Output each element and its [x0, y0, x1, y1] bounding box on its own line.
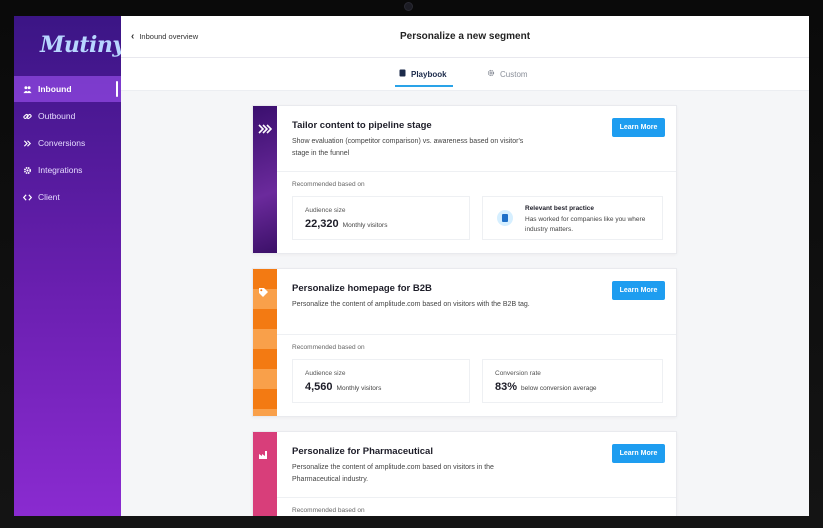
learn-more-button[interactable]: Learn More [612, 118, 665, 137]
metric-unit: Monthly visitors [342, 222, 388, 229]
gear-icon [487, 69, 495, 79]
best-practice-icon [497, 210, 513, 226]
sidebar-item-conversions[interactable]: Conversions [14, 130, 121, 156]
divider [277, 334, 676, 335]
best-practice-title: Relevant best practice [525, 205, 595, 212]
app-logo[interactable]: Mutiny [40, 32, 125, 58]
card-title: Personalize for Pharmaceutical [292, 446, 433, 457]
divider [277, 171, 676, 172]
divider [277, 497, 676, 498]
playbook-icon [399, 69, 406, 79]
metric-label: Audience size [305, 370, 346, 377]
sidebar-item-integrations[interactable]: Integrations [14, 157, 121, 183]
metric-value: 83% below conversion average [495, 381, 597, 393]
card-description: Personalize the content of amplitude.com… [292, 464, 494, 483]
best-practice-metric: Relevant best practice Has worked for co… [482, 196, 663, 240]
playbook-card: Personalize homepage for B2B Personalize… [252, 268, 677, 417]
tab-bar: Playbook Custom [121, 58, 809, 91]
tab-label: Playbook [411, 69, 447, 79]
page-title: Personalize a new segment [399, 31, 531, 42]
sidebar: Mutiny Inbound Outbound Conversions Inte… [14, 16, 125, 516]
people-icon [23, 85, 32, 94]
card-title: Personalize homepage for B2B [292, 283, 432, 294]
sidebar-nav: Inbound Outbound Conversions Integration… [14, 76, 121, 211]
factory-icon [258, 450, 269, 463]
conversion-rate-metric: Conversion rate 83% below conversion ave… [482, 359, 663, 403]
metric-label: Conversion rate [495, 370, 541, 377]
sidebar-item-label: Client [38, 192, 60, 202]
metric-value: 4,560 Monthly visitors [305, 381, 381, 393]
tab-playbook[interactable]: Playbook [395, 69, 453, 87]
recommended-label: Recommended based on [292, 507, 365, 514]
camera [404, 2, 413, 11]
card-stripe [253, 269, 277, 416]
sidebar-item-outbound[interactable]: Outbound [14, 103, 121, 129]
playbook-card: Tailor content to pipeline stage Show ev… [252, 105, 677, 254]
device-frame: Mutiny Inbound Outbound Conversions Inte… [0, 0, 823, 528]
metric-unit: below conversion average [521, 385, 597, 392]
audience-size-metric: Audience size 22,320 Monthly visitors [292, 196, 470, 240]
code-icon [23, 193, 32, 202]
sidebar-item-label: Outbound [38, 111, 76, 121]
metric-number: 83% [495, 381, 518, 393]
card-title: Tailor content to pipeline stage [292, 120, 432, 131]
gear-icon [23, 166, 32, 175]
card-description: Personalize the content of amplitude.com… [292, 301, 530, 308]
chevrons-icon [23, 139, 32, 148]
forward-icon [258, 124, 273, 137]
metric-value: 22,320 Monthly visitors [305, 218, 387, 230]
tab-custom[interactable]: Custom [487, 69, 528, 79]
card-stripe [253, 106, 277, 253]
best-practice-description: Has worked for companies like you where … [525, 216, 646, 233]
playbook-card: Personalize for Pharmaceutical Personali… [252, 431, 677, 516]
sidebar-item-label: Integrations [38, 165, 83, 175]
metric-number: 4,560 [305, 381, 333, 393]
screen: Mutiny Inbound Outbound Conversions Inte… [14, 16, 809, 516]
recommended-label: Recommended based on [292, 181, 365, 188]
card-description: Show evaluation (competitor comparison) … [292, 138, 524, 157]
sidebar-item-inbound[interactable]: Inbound [14, 76, 121, 102]
sidebar-item-label: Inbound [38, 84, 72, 94]
audience-size-metric: Audience size 4,560 Monthly visitors [292, 359, 470, 403]
card-stripe [253, 432, 277, 516]
metric-number: 22,320 [305, 218, 339, 230]
tag-icon [258, 287, 269, 301]
sidebar-item-label: Conversions [38, 138, 86, 148]
tab-label: Custom [500, 69, 528, 79]
link-icon [23, 112, 32, 121]
learn-more-button[interactable]: Learn More [612, 281, 665, 300]
sidebar-item-client[interactable]: Client [14, 184, 121, 210]
recommended-label: Recommended based on [292, 344, 365, 351]
metric-unit: Monthly visitors [336, 385, 382, 392]
top-bar: ‹ Inbound overview Personalize a new seg… [121, 16, 809, 58]
learn-more-button[interactable]: Learn More [612, 444, 665, 463]
metric-label: Audience size [305, 207, 346, 214]
